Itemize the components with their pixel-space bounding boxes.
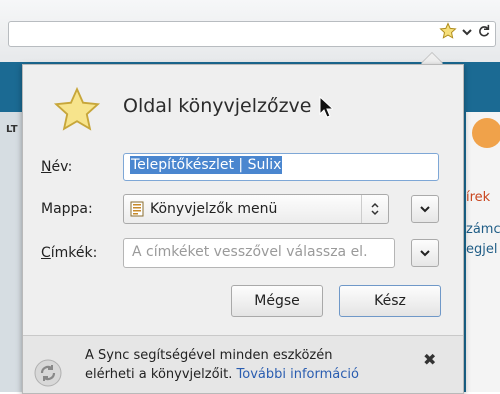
- page-right-text-1: írek: [466, 190, 491, 205]
- tags-label-text: ímkék:: [50, 245, 98, 261]
- sync-icon: [33, 358, 63, 388]
- tags-field-placeholder: A címkéket vesszővel válassza el.: [132, 244, 368, 260]
- chevron-down-icon[interactable]: [461, 24, 473, 44]
- tags-field[interactable]: A címkéket vesszővel válassza el.: [123, 238, 395, 268]
- url-field[interactable]: [8, 21, 496, 47]
- sync-line-2-text: elérheti a könyvjelzőit.: [85, 367, 233, 382]
- sync-promo: A Sync segítségével minden eszközén elér…: [23, 336, 463, 393]
- mouse-cursor-icon: [319, 96, 333, 118]
- reload-icon[interactable]: [477, 24, 491, 44]
- done-button[interactable]: Kész: [339, 285, 441, 317]
- popup-title: Oldal könyvjelzőzve: [123, 95, 312, 117]
- tags-expand-button[interactable]: [411, 239, 439, 267]
- page-right-text-3: egjel: [466, 242, 498, 257]
- name-field-value: Telepítőkészlet | Sulix: [130, 156, 283, 174]
- page-left-text: LT: [6, 124, 18, 135]
- url-icons: [439, 22, 491, 46]
- folder-menu-icon: [130, 201, 144, 217]
- bookmark-popup: Oldal könyvjelzőzve Név: Telepítőkészlet…: [22, 64, 464, 394]
- star-icon[interactable]: [439, 22, 457, 46]
- name-label-text: év:: [51, 159, 73, 175]
- sync-line-2: elérheti a könyvjelzőit. További informá…: [85, 365, 359, 384]
- name-label-accesskey: N: [41, 159, 52, 175]
- chevron-down-icon: [420, 206, 430, 213]
- page-right-text-2: zámc: [466, 222, 500, 237]
- sync-message: A Sync segítségével minden eszközén elér…: [85, 346, 359, 384]
- name-label: Név:: [41, 159, 72, 175]
- tags-label-accesskey: C: [41, 245, 51, 261]
- folder-select[interactable]: Könyvjelzők menü: [123, 194, 389, 224]
- folder-label: Mappa:: [41, 201, 93, 217]
- updown-icon: [361, 195, 388, 223]
- sync-line-1: A Sync segítségével minden eszközén: [85, 348, 333, 363]
- folder-expand-button[interactable]: [411, 195, 439, 223]
- page-left-strip: LT: [0, 112, 22, 392]
- cancel-button[interactable]: Mégse: [231, 285, 323, 317]
- more-info-link[interactable]: További információ: [237, 367, 359, 382]
- close-icon[interactable]: ✖: [423, 350, 436, 369]
- tags-label: Címkék:: [41, 245, 97, 261]
- page-orange-circle: [472, 118, 500, 148]
- folder-select-value: Könyvjelzők menü: [150, 201, 278, 217]
- name-field[interactable]: Telepítőkészlet | Sulix: [123, 153, 439, 181]
- done-button-label: Kész: [374, 293, 406, 309]
- page-right-column: írek zámc egjel: [466, 112, 500, 392]
- popup-arrow: [421, 53, 443, 64]
- chevron-down-icon: [420, 250, 430, 257]
- cancel-button-label: Mégse: [254, 293, 300, 309]
- bookmark-star-icon: [52, 85, 102, 135]
